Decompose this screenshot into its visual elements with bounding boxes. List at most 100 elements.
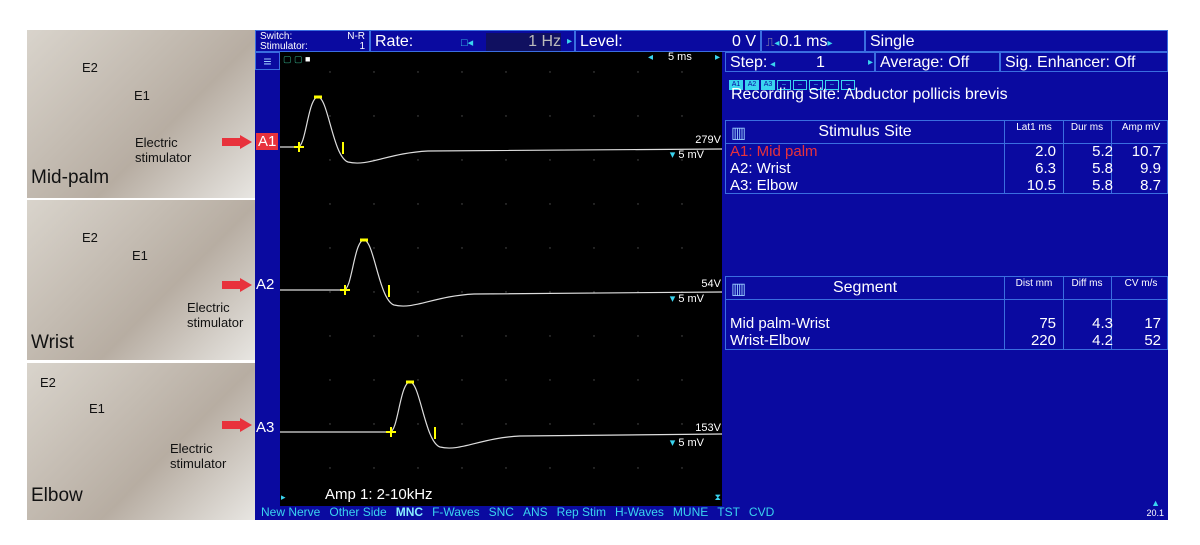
grid-dot xyxy=(373,291,375,293)
menu-icon[interactable]: ≡ xyxy=(255,52,280,70)
grid-dot xyxy=(461,115,463,117)
menu-item[interactable]: Rep Stim xyxy=(557,505,606,519)
column-header: Dist mm xyxy=(1015,278,1053,289)
site-label: Mid-palm xyxy=(31,167,110,188)
channel-sensitivity[interactable]: 5 mV xyxy=(678,293,704,305)
grid-dot xyxy=(593,379,595,381)
channel-sensitivity[interactable]: 5 mV xyxy=(678,437,704,449)
grid-dot xyxy=(373,247,375,249)
menu-item[interactable]: ANS xyxy=(523,505,548,519)
table-cell: 2.0 xyxy=(1035,143,1056,160)
electrode-e1-label: E1 xyxy=(89,401,105,416)
waveform-trace xyxy=(280,96,722,164)
table-cell: 4.3 xyxy=(1092,315,1113,332)
grid-dot xyxy=(505,71,507,73)
grid-dot xyxy=(593,247,595,249)
menu-item[interactable]: MUNE xyxy=(673,505,708,519)
table-row[interactable]: A1: Mid palm 2.0 5.2 10.7 xyxy=(730,143,1163,160)
menu-item[interactable]: CVD xyxy=(749,505,774,519)
expand-icon[interactable]: ▲ xyxy=(1151,498,1160,508)
grid-dot xyxy=(329,423,331,425)
table-cell: 52 xyxy=(1144,332,1161,349)
step-value: 1 xyxy=(816,54,825,71)
test-menu: New Nerve Other Side MNC F-Waves SNC ANS Rep S… xyxy=(261,505,783,519)
site-label: Elbow xyxy=(31,485,83,506)
grid-dot xyxy=(417,203,419,205)
table-cell: 5.8 xyxy=(1092,177,1113,194)
waveform-trace xyxy=(280,239,722,307)
electrode-e2-label: E2 xyxy=(82,230,98,245)
grid-dot xyxy=(329,247,331,249)
rate-value[interactable]: 1 Hz xyxy=(486,33,561,51)
grid-dot xyxy=(461,247,463,249)
grid-dot xyxy=(637,71,639,73)
electrode-e2-label: E2 xyxy=(40,375,56,390)
switch-stimulator-box[interactable]: Switch: N-R Stimulator: 1 xyxy=(255,30,370,52)
onset-marker xyxy=(340,285,350,295)
recording-site: Recording Site: Abductor pollicis brevis xyxy=(731,86,1008,103)
grid-dot xyxy=(461,291,463,293)
menu-item[interactable]: New Nerve xyxy=(261,505,320,519)
column-header: Diff ms xyxy=(1071,278,1103,289)
scroll-left[interactable]: ▸ xyxy=(281,492,286,503)
channel-sensitivity[interactable]: 5 mV xyxy=(678,149,704,161)
level-control[interactable]: Level: 0 V xyxy=(575,30,761,52)
scroll-toggle[interactable]: ⧗ xyxy=(715,492,721,503)
grid-dot xyxy=(681,379,683,381)
grid-dot xyxy=(417,247,419,249)
grid-dot xyxy=(461,159,463,161)
waveform-display: ▢ ▢ ■ ◂ 5 ms ▸ 279V ▾ 5 mV 54V ▾ 5 mV 15… xyxy=(280,51,722,506)
segment-table: ▥ Segment Dist mm Diff ms CV m/s Mid pal… xyxy=(725,276,1168,350)
table-cell: 75 xyxy=(1039,315,1056,332)
column-header: Amp mV xyxy=(1121,122,1161,133)
grid-dot xyxy=(329,335,331,337)
table-row[interactable]: A2: Wrist 6.3 5.8 9.9 xyxy=(730,160,1163,177)
menu-item[interactable]: H-Waves xyxy=(615,505,664,519)
grid-dot xyxy=(417,423,419,425)
emg-screen: Switch: N-R Stimulator: 1 Rate: □◂ 1 Hz ▸ … xyxy=(255,30,1168,520)
enhancer-control[interactable]: Sig. Enhancer: Off xyxy=(1000,52,1168,72)
grid-dot xyxy=(505,423,507,425)
menu-item[interactable]: MNC xyxy=(396,505,423,519)
grid-dot xyxy=(505,335,507,337)
step-label: Step: xyxy=(730,54,768,71)
grid-dot xyxy=(637,423,639,425)
mode-control[interactable]: Single xyxy=(865,30,1168,52)
channel-a3-label[interactable]: A3 xyxy=(256,419,274,436)
channel-a1-label[interactable]: A1 xyxy=(256,133,279,150)
menu-item[interactable]: Other Side xyxy=(329,505,386,519)
table-cell: 5.2 xyxy=(1092,143,1113,160)
column-header: Stimulus Site xyxy=(818,123,912,140)
step-control[interactable]: Step: ◂ 1 ▸ xyxy=(725,52,875,72)
table-row[interactable]: A3: Elbow 10.5 5.8 8.7 xyxy=(730,177,1163,194)
photo-wrist: E2 E1 Electric stimulator Wrist xyxy=(27,200,255,360)
grid-dot xyxy=(681,203,683,205)
grid-dot xyxy=(505,379,507,381)
rate-control[interactable]: Rate: □◂ 1 Hz ▸ xyxy=(370,30,575,52)
grid-dot xyxy=(505,203,507,205)
grid-dot xyxy=(637,203,639,205)
grid-dot xyxy=(505,247,507,249)
onset-marker xyxy=(386,427,396,437)
grid-dot xyxy=(461,379,463,381)
grid-dot xyxy=(637,247,639,249)
electrode-e2-label: E2 xyxy=(82,60,98,75)
arrow-icon xyxy=(222,418,252,432)
photo-elbow: E2 E1 Electric stimulator Elbow xyxy=(27,363,255,520)
grid-dot xyxy=(637,335,639,337)
menu-item[interactable]: TST xyxy=(717,505,740,519)
table-cell: 4.2 xyxy=(1092,332,1113,349)
table-cell: 9.9 xyxy=(1140,160,1161,177)
grid-dot xyxy=(417,115,419,117)
menu-item[interactable]: SNC xyxy=(489,505,514,519)
duration-control[interactable]: ⎍◂0.1 ms▸ xyxy=(761,30,865,52)
menu-item[interactable]: F-Waves xyxy=(432,505,480,519)
average-control[interactable]: Average: Off xyxy=(875,52,1000,72)
mode-value: Single xyxy=(870,33,915,50)
table-row[interactable]: Wrist-Elbow 220 4.2 52 xyxy=(730,332,1163,349)
table-row[interactable]: Mid palm-Wrist 75 4.3 17 xyxy=(730,315,1163,332)
channel-a2-label[interactable]: A2 xyxy=(256,276,274,293)
grid-dot xyxy=(373,423,375,425)
grid-dot xyxy=(549,335,551,337)
grid-dot xyxy=(505,467,507,469)
